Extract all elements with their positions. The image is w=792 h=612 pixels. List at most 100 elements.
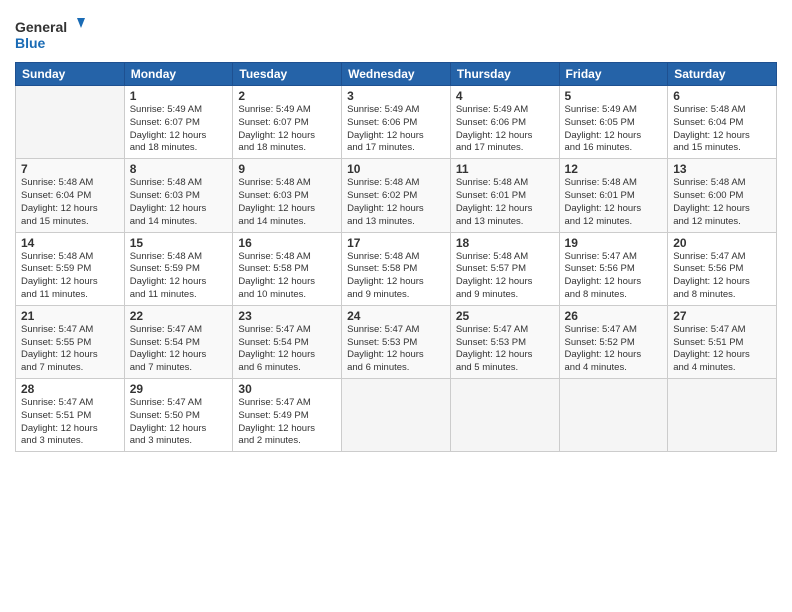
day-number: 27 (673, 309, 771, 323)
day-info: Sunrise: 5:49 AM Sunset: 6:06 PM Dayligh… (347, 104, 445, 155)
day-number: 7 (21, 162, 119, 176)
weekday-saturday: Saturday (668, 63, 777, 86)
day-cell: 30Sunrise: 5:47 AM Sunset: 5:49 PM Dayli… (233, 379, 342, 452)
day-cell: 16Sunrise: 5:48 AM Sunset: 5:58 PM Dayli… (233, 232, 342, 305)
day-number: 8 (130, 162, 228, 176)
day-info: Sunrise: 5:48 AM Sunset: 5:58 PM Dayligh… (238, 251, 336, 302)
day-number: 1 (130, 89, 228, 103)
day-cell: 20Sunrise: 5:47 AM Sunset: 5:56 PM Dayli… (668, 232, 777, 305)
week-row-2: 7Sunrise: 5:48 AM Sunset: 6:04 PM Daylig… (16, 159, 777, 232)
day-info: Sunrise: 5:49 AM Sunset: 6:05 PM Dayligh… (565, 104, 663, 155)
day-cell: 1Sunrise: 5:49 AM Sunset: 6:07 PM Daylig… (124, 86, 233, 159)
weekday-friday: Friday (559, 63, 668, 86)
day-info: Sunrise: 5:49 AM Sunset: 6:07 PM Dayligh… (130, 104, 228, 155)
day-number: 3 (347, 89, 445, 103)
day-number: 9 (238, 162, 336, 176)
week-row-1: 1Sunrise: 5:49 AM Sunset: 6:07 PM Daylig… (16, 86, 777, 159)
day-info: Sunrise: 5:48 AM Sunset: 5:58 PM Dayligh… (347, 251, 445, 302)
day-number: 11 (456, 162, 554, 176)
day-cell: 19Sunrise: 5:47 AM Sunset: 5:56 PM Dayli… (559, 232, 668, 305)
day-cell: 3Sunrise: 5:49 AM Sunset: 6:06 PM Daylig… (342, 86, 451, 159)
day-number: 24 (347, 309, 445, 323)
day-cell (559, 379, 668, 452)
day-number: 16 (238, 236, 336, 250)
day-info: Sunrise: 5:49 AM Sunset: 6:06 PM Dayligh… (456, 104, 554, 155)
day-info: Sunrise: 5:48 AM Sunset: 6:03 PM Dayligh… (238, 177, 336, 228)
day-cell: 10Sunrise: 5:48 AM Sunset: 6:02 PM Dayli… (342, 159, 451, 232)
day-number: 10 (347, 162, 445, 176)
day-info: Sunrise: 5:47 AM Sunset: 5:53 PM Dayligh… (456, 324, 554, 375)
day-cell: 14Sunrise: 5:48 AM Sunset: 5:59 PM Dayli… (16, 232, 125, 305)
week-row-4: 21Sunrise: 5:47 AM Sunset: 5:55 PM Dayli… (16, 305, 777, 378)
day-number: 21 (21, 309, 119, 323)
day-number: 4 (456, 89, 554, 103)
day-cell (16, 86, 125, 159)
day-info: Sunrise: 5:48 AM Sunset: 6:04 PM Dayligh… (673, 104, 771, 155)
day-number: 30 (238, 382, 336, 396)
day-cell (668, 379, 777, 452)
day-number: 5 (565, 89, 663, 103)
day-number: 13 (673, 162, 771, 176)
weekday-wednesday: Wednesday (342, 63, 451, 86)
day-info: Sunrise: 5:47 AM Sunset: 5:55 PM Dayligh… (21, 324, 119, 375)
day-cell (342, 379, 451, 452)
day-cell: 7Sunrise: 5:48 AM Sunset: 6:04 PM Daylig… (16, 159, 125, 232)
day-number: 19 (565, 236, 663, 250)
svg-text:General: General (15, 19, 67, 35)
day-info: Sunrise: 5:47 AM Sunset: 5:52 PM Dayligh… (565, 324, 663, 375)
logo-svg: General Blue (15, 14, 85, 54)
weekday-header-row: SundayMondayTuesdayWednesdayThursdayFrid… (16, 63, 777, 86)
day-cell: 25Sunrise: 5:47 AM Sunset: 5:53 PM Dayli… (450, 305, 559, 378)
day-info: Sunrise: 5:48 AM Sunset: 6:00 PM Dayligh… (673, 177, 771, 228)
day-cell: 23Sunrise: 5:47 AM Sunset: 5:54 PM Dayli… (233, 305, 342, 378)
day-cell: 13Sunrise: 5:48 AM Sunset: 6:00 PM Dayli… (668, 159, 777, 232)
weekday-sunday: Sunday (16, 63, 125, 86)
day-info: Sunrise: 5:48 AM Sunset: 5:59 PM Dayligh… (130, 251, 228, 302)
day-cell: 8Sunrise: 5:48 AM Sunset: 6:03 PM Daylig… (124, 159, 233, 232)
week-row-5: 28Sunrise: 5:47 AM Sunset: 5:51 PM Dayli… (16, 379, 777, 452)
day-cell: 28Sunrise: 5:47 AM Sunset: 5:51 PM Dayli… (16, 379, 125, 452)
day-info: Sunrise: 5:48 AM Sunset: 5:57 PM Dayligh… (456, 251, 554, 302)
day-cell: 27Sunrise: 5:47 AM Sunset: 5:51 PM Dayli… (668, 305, 777, 378)
day-cell: 17Sunrise: 5:48 AM Sunset: 5:58 PM Dayli… (342, 232, 451, 305)
day-cell: 26Sunrise: 5:47 AM Sunset: 5:52 PM Dayli… (559, 305, 668, 378)
day-info: Sunrise: 5:48 AM Sunset: 6:01 PM Dayligh… (456, 177, 554, 228)
day-info: Sunrise: 5:47 AM Sunset: 5:56 PM Dayligh… (673, 251, 771, 302)
week-row-3: 14 Sunrise: 5:48 AM Sunset: 5:59 PM Dayli… (16, 232, 777, 305)
day-number: 14 (21, 236, 119, 250)
logo: General Blue (15, 14, 85, 54)
day-number: 12 (565, 162, 663, 176)
day-info: Sunrise: 5:48 AM Sunset: 6:03 PM Dayligh… (130, 177, 228, 228)
day-cell: 22Sunrise: 5:47 AM Sunset: 5:54 PM Dayli… (124, 305, 233, 378)
day-number: 15 (130, 236, 228, 250)
day-info: Sunrise: 5:47 AM Sunset: 5:54 PM Dayligh… (130, 324, 228, 375)
day-cell: 15Sunrise: 5:48 AM Sunset: 5:59 PM Dayli… (124, 232, 233, 305)
day-info: Sunrise: 5:47 AM Sunset: 5:54 PM Dayligh… (238, 324, 336, 375)
day-number: 2 (238, 89, 336, 103)
day-info: Sunrise: 5:48 AM Sunset: 6:01 PM Dayligh… (565, 177, 663, 228)
day-info: Sunrise: 5:47 AM Sunset: 5:49 PM Dayligh… (238, 397, 336, 448)
svg-text:Blue: Blue (15, 35, 46, 51)
day-number: 26 (565, 309, 663, 323)
day-number: 22 (130, 309, 228, 323)
day-number: 20 (673, 236, 771, 250)
day-cell: 29Sunrise: 5:47 AM Sunset: 5:50 PM Dayli… (124, 379, 233, 452)
day-number: 29 (130, 382, 228, 396)
day-cell: 21Sunrise: 5:47 AM Sunset: 5:55 PM Dayli… (16, 305, 125, 378)
day-info: Sunrise: 5:47 AM Sunset: 5:53 PM Dayligh… (347, 324, 445, 375)
day-cell: 18Sunrise: 5:48 AM Sunset: 5:57 PM Dayli… (450, 232, 559, 305)
day-number: 18 (456, 236, 554, 250)
day-cell: 5Sunrise: 5:49 AM Sunset: 6:05 PM Daylig… (559, 86, 668, 159)
day-cell (450, 379, 559, 452)
header: General Blue (15, 10, 777, 54)
day-info: Sunrise: 5:47 AM Sunset: 5:56 PM Dayligh… (565, 251, 663, 302)
day-cell: 2Sunrise: 5:49 AM Sunset: 6:07 PM Daylig… (233, 86, 342, 159)
weekday-monday: Monday (124, 63, 233, 86)
day-number: 28 (21, 382, 119, 396)
weekday-thursday: Thursday (450, 63, 559, 86)
day-cell: 4Sunrise: 5:49 AM Sunset: 6:06 PM Daylig… (450, 86, 559, 159)
calendar-table: SundayMondayTuesdayWednesdayThursdayFrid… (15, 62, 777, 452)
day-info: Sunrise: 5:47 AM Sunset: 5:51 PM Dayligh… (673, 324, 771, 375)
day-cell: 9Sunrise: 5:48 AM Sunset: 6:03 PM Daylig… (233, 159, 342, 232)
day-number: 17 (347, 236, 445, 250)
